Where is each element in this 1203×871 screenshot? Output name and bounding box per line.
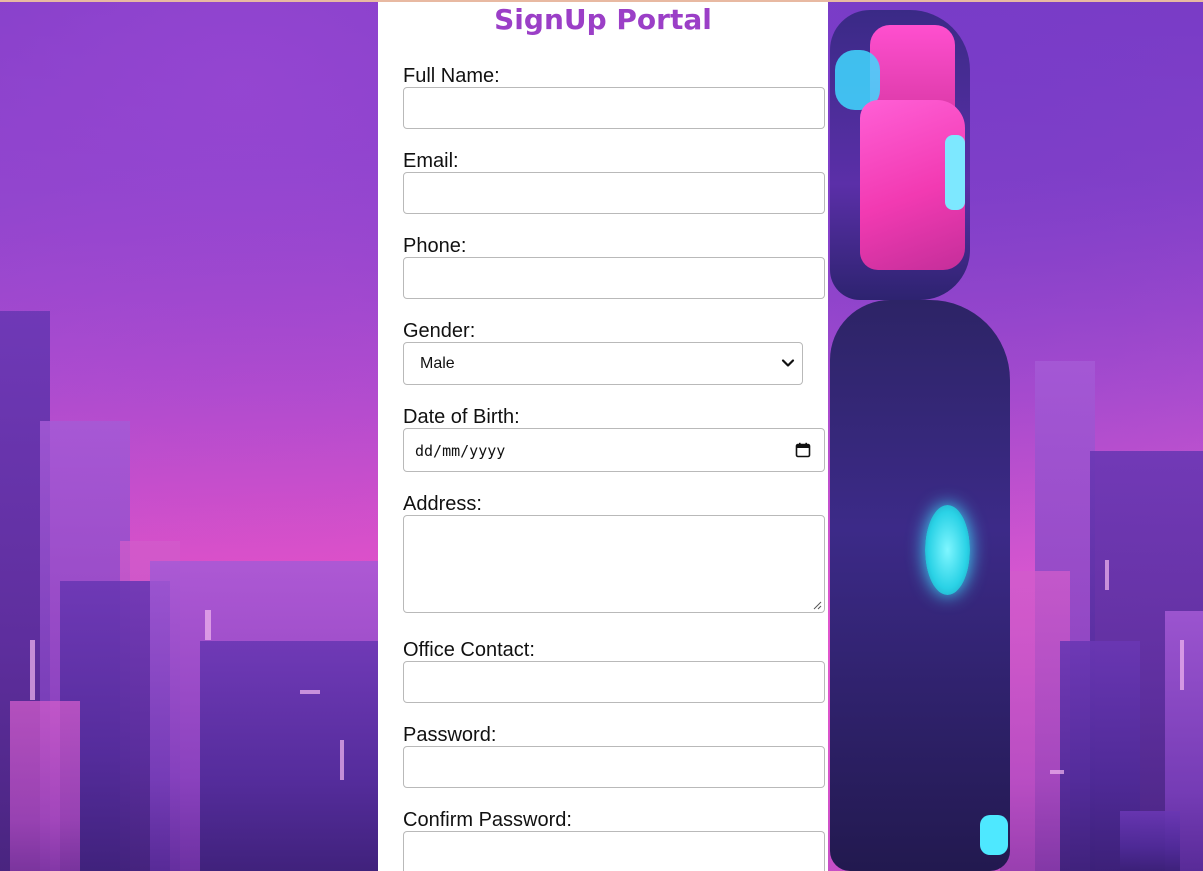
full-name-input[interactable] [403,87,825,129]
signup-form-panel: SignUp Portal Full Name: Email: Phone: G… [378,2,828,871]
top-border-line [0,0,1203,2]
dob-label: Date of Birth: [403,406,520,428]
office-contact-label: Office Contact: [403,639,535,661]
calendar-icon[interactable] [795,442,811,458]
chevron-down-icon [781,359,795,367]
confirm-password-input[interactable] [403,831,825,871]
gender-label: Gender: [403,320,476,342]
page-title: SignUp Portal [494,3,712,36]
address-label: Address: [403,493,482,515]
gender-selected-value: Male [420,355,455,372]
dob-placeholder: dd/mm/yyyy [415,442,506,460]
full-name-label: Full Name: [403,65,500,87]
password-label: Password: [403,724,497,746]
password-input[interactable] [403,746,825,788]
robot-body [830,300,1010,871]
office-contact-input[interactable] [403,661,825,703]
resize-handle-icon[interactable] [812,600,822,610]
phone-label: Phone: [403,235,467,257]
address-textarea[interactable] [403,515,825,613]
email-label: Email: [403,150,459,172]
phone-input[interactable] [403,257,825,299]
gender-select[interactable]: Male [403,342,803,385]
email-input[interactable] [403,172,825,214]
confirm-password-label: Confirm Password: [403,809,572,831]
dob-input[interactable]: dd/mm/yyyy [403,428,825,472]
robot-core-light [925,505,970,595]
